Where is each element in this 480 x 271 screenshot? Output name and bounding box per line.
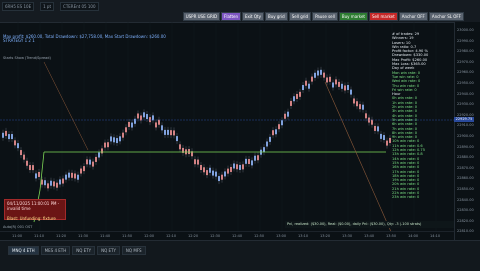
trend-line-2: [43, 61, 89, 151]
price-tick: 22910.00: [457, 123, 474, 128]
toolbar-button-7[interactable]: Sell market: [369, 12, 398, 21]
toolbar-button-6[interactable]: Buy market: [338, 12, 368, 21]
price-tick: 22930.00: [457, 102, 474, 107]
time-tick: 14:00: [408, 234, 419, 238]
chart-tab[interactable]: MES 4 ETH: [40, 246, 71, 255]
side-label: Starts Show (Trend/Spread): [3, 56, 51, 60]
price-tick: 23000.00: [457, 28, 474, 32]
price-tick: 22840.00: [457, 197, 474, 202]
time-tick: 11:20: [56, 234, 67, 238]
time-tick: 12:00: [144, 234, 155, 238]
price-tick: 22860.00: [457, 176, 474, 181]
hour-line: 23h win rate: 0: [392, 195, 420, 200]
alert-line-2: Blast: Unfunding: fixture: [7, 216, 56, 221]
chart-tab[interactable]: NQ MFS: [121, 246, 146, 255]
toolbar-button-3[interactable]: Buy grid: [264, 12, 288, 21]
price-tick: 22880.00: [457, 155, 474, 160]
time-tick: 13:40: [364, 234, 375, 238]
instrument-2[interactable]: 1 pt: [40, 2, 55, 11]
instrument-3[interactable]: CTEREnt 05 100: [60, 2, 99, 11]
price-tick: 22980.00: [457, 49, 474, 54]
price-tick: 22870.00: [457, 165, 474, 170]
price-tick: 22890.00: [457, 144, 474, 149]
price-tick: 22850.00: [457, 187, 474, 191]
toolbar-button-9[interactable]: Anchor SL OFF: [428, 12, 464, 21]
chart-tabs: MNQ 4 ETH MES 4 ETH NQ ETY NQ ETY NQ MFS: [8, 246, 146, 255]
price-tick: 22940.00: [457, 91, 474, 96]
time-tick: 11:10: [34, 234, 45, 238]
toolbar-button-8[interactable]: Anchor OFF: [398, 12, 428, 21]
pnl-bar: Pnl, realized: ($30.00), Real: ($0.00), …: [285, 221, 454, 228]
time-tick: 11:40: [100, 234, 111, 238]
current-price-tag: 22929.75: [454, 117, 474, 122]
top-bar: 6RH5 ES 10E 1 pt CTEREnt 05 100 USPR USE…: [0, 0, 480, 23]
price-tick: 22960.00: [457, 70, 474, 75]
time-tick: 14:10: [430, 234, 441, 238]
time-tick: 13:30: [342, 234, 353, 238]
chart-tab[interactable]: MNQ 4 ETH: [8, 246, 39, 255]
time-tick: 13:50: [386, 234, 397, 238]
time-tick: 13:10: [298, 234, 309, 238]
time-tick: 11:50: [122, 234, 133, 238]
time-tick: 11:00: [12, 234, 23, 238]
toolbar: USPR USE GRID Flatten Exit Qty Buy grid Sell…: [182, 12, 464, 21]
chart-tab[interactable]: NQ ETY: [97, 246, 120, 255]
price-tick: 22810.00: [457, 229, 474, 234]
time-tick: 12:40: [232, 234, 243, 238]
alert-box[interactable]: 04/11/2025 11:00:01 PM - invalid time Bl…: [4, 199, 66, 221]
price-tick: 22820.00: [457, 218, 474, 223]
toolbar-button-1[interactable]: Flatten: [221, 12, 242, 21]
instrument-selector[interactable]: 6RH5 ES 10E 1 pt CTEREnt 05 100: [2, 2, 99, 11]
bottom-left-label: Auto(R) 001 OST: [3, 225, 33, 229]
alert-line-1: 04/11/2025 11:00:01 PM - invalid time: [7, 201, 60, 211]
toolbar-button-0[interactable]: USPR USE GRID: [182, 12, 221, 21]
price-axis[interactable]: 23000.00 22990.00 22980.00 22970.00 22960.00…: [454, 22, 480, 240]
instrument-1[interactable]: 6RH5 ES 10E: [2, 2, 35, 11]
price-tick: 22990.00: [457, 38, 474, 43]
price-tick: 22830.00: [457, 208, 474, 213]
price-tick: 22950.00: [457, 81, 474, 85]
toolbar-button-5[interactable]: Pause sell: [312, 12, 338, 21]
price-tick: 22970.00: [457, 59, 474, 64]
strategy-label: STRATEGY 1 2 1: [3, 38, 35, 43]
time-tick: 12:10: [166, 234, 177, 238]
time-tick: 12:20: [188, 234, 199, 238]
time-tick: 13:00: [276, 234, 287, 238]
strategy-stats-panel: # of trades: 29 Winners: 19 Losers: 10 Win …: [392, 32, 454, 230]
trend-line: [324, 81, 393, 235]
bottom-bar: MNQ 4 ETH MES 4 ETH NQ ETY NQ ETY NQ MFS: [0, 240, 480, 271]
time-tick: 11:30: [78, 234, 89, 238]
time-tick: 12:50: [254, 234, 265, 238]
chart-tab[interactable]: NQ ETY: [72, 246, 96, 255]
time-tick: 12:30: [210, 234, 221, 238]
toolbar-button-2[interactable]: Exit Qty: [242, 12, 264, 21]
price-tick: 22900.00: [457, 134, 474, 138]
toolbar-button-4[interactable]: Sell grid: [288, 12, 312, 21]
price-chart[interactable]: [0, 22, 454, 240]
time-tick: 13:20: [320, 234, 331, 238]
